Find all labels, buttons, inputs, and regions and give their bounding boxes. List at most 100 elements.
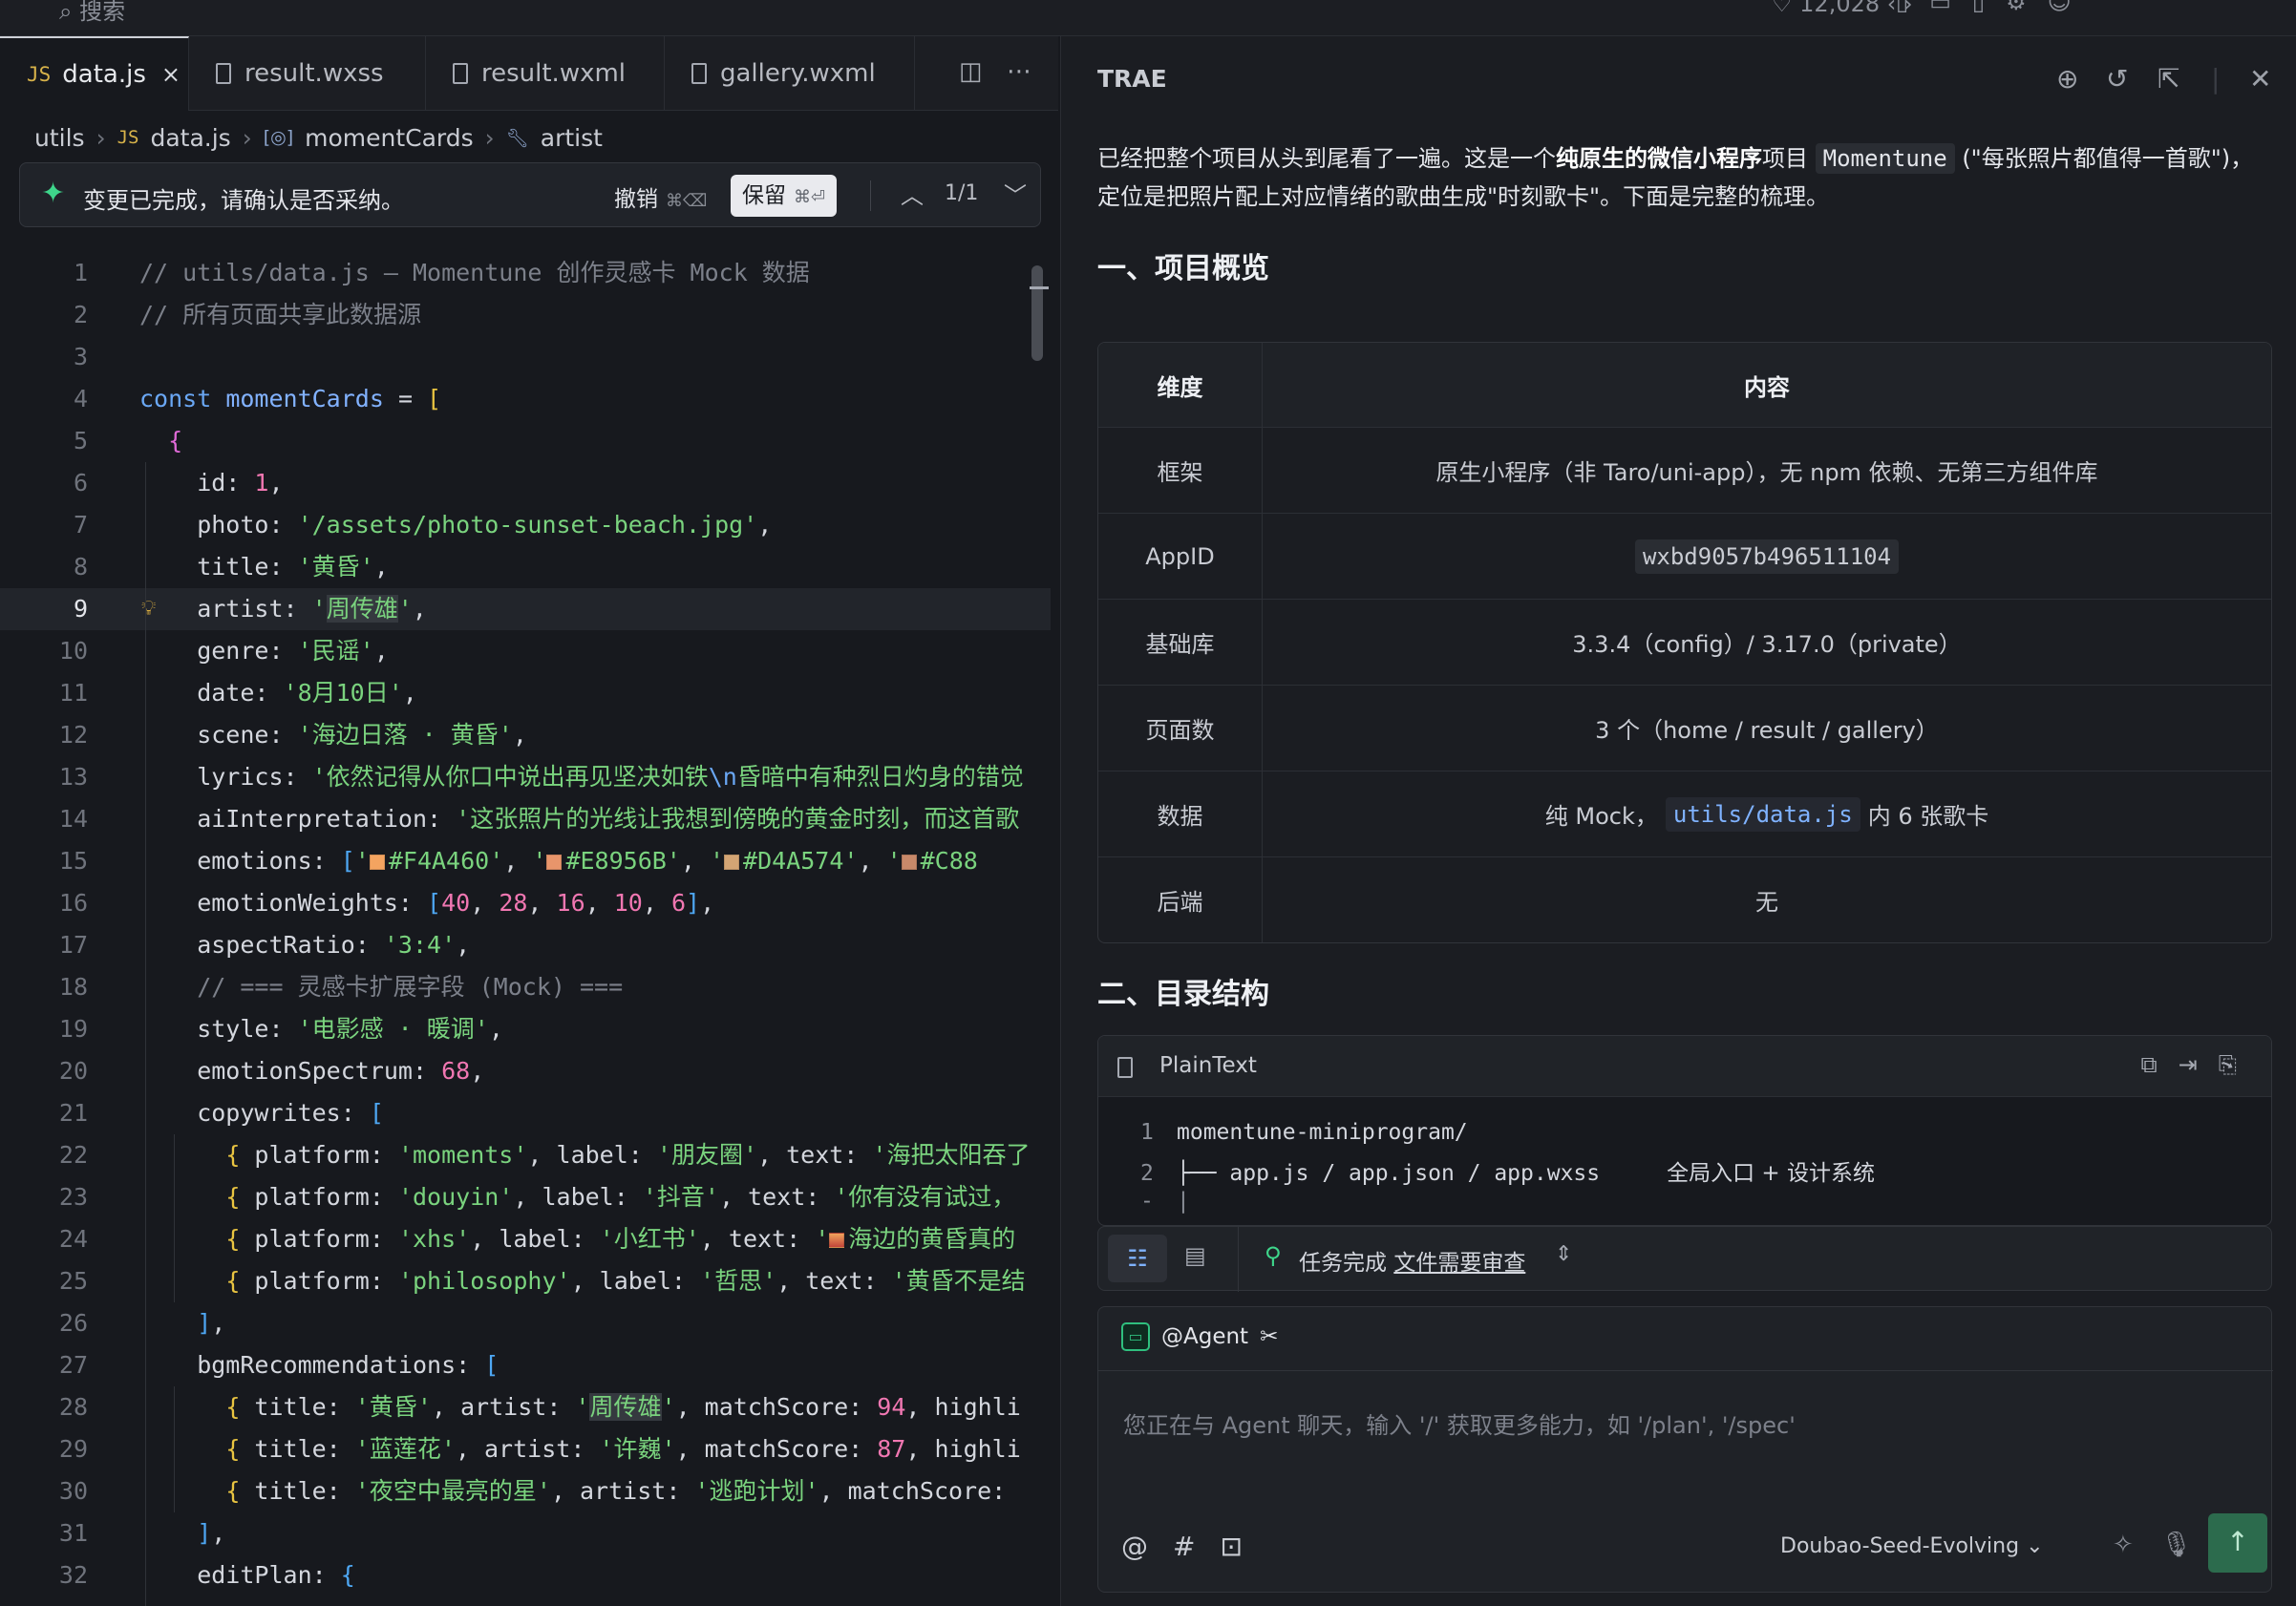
model-selector[interactable]: Doubao-Seed-Evolving ⌄ [1780, 1534, 2044, 1558]
code-line[interactable]: 17 aspectRatio: '3:4', [0, 924, 1051, 966]
line-number: 24 [58, 1225, 88, 1253]
tab-label: gallery.wxml [720, 59, 876, 88]
line-number: 3 [73, 343, 88, 370]
code-line[interactable]: 19 style: '电影感 · 暖调', [0, 1008, 1051, 1050]
code-line[interactable]: 30 { title: '夜空中最亮的星', artist: '逃跑计划', m… [0, 1470, 1051, 1512]
indent-guide [174, 1386, 175, 1512]
code-line[interactable]: 29 { title: '蓝莲花', artist: '许巍', matchSc… [0, 1428, 1051, 1470]
send-button[interactable]: ↑ [2208, 1513, 2267, 1573]
tab-data-js[interactable]: JS data.js × [0, 36, 189, 111]
table-cell-key: 基础库 [1098, 600, 1263, 685]
code-line[interactable]: 7 photo: '/assets/photo-sunset-beach.jpg… [0, 504, 1051, 546]
code-line[interactable]: 6 id: 1, [0, 462, 1051, 504]
history-icon[interactable]: ↺ [2106, 63, 2128, 95]
tab-label: result.wxml [481, 59, 627, 88]
microphone-icon[interactable]: 🎙︎ [2160, 1531, 2192, 1559]
chevron-down-icon[interactable]: ﹀ [1004, 177, 1027, 210]
code-line[interactable]: 2 // 所有页面共享此数据源 [0, 294, 1051, 336]
line-number: 6 [73, 469, 88, 497]
line-content: id: 1, [139, 469, 284, 497]
input-tools[interactable]: @#⊡ [1121, 1531, 1267, 1562]
code-area[interactable]: 1 // utils/data.js — Momentune 创作灵感卡 Mock… [0, 252, 1051, 1606]
code-line[interactable]: 32 editPlan: { [0, 1554, 1051, 1596]
code-line[interactable]: 26 ], [0, 1302, 1051, 1344]
tab-result-wxss[interactable]: result.wxss [189, 36, 426, 111]
task-status-bar: ☷ ▤ ⚲ 任务完成 文件需要审查 ⇕ [1097, 1226, 2272, 1292]
close-icon[interactable]: × [161, 61, 181, 88]
code-block-actions[interactable]: ⧉⇥⎘ [2141, 1051, 2258, 1078]
open-external-icon[interactable]: ⇱ [2158, 63, 2179, 95]
crumb-leaf[interactable]: artist [541, 124, 603, 152]
code-line[interactable]: 11 date: '8月10日', [0, 672, 1051, 714]
code-line[interactable]: 12 scene: '海边日落 · 黄昏', [0, 714, 1051, 756]
code-line[interactable]: 23 { platform: 'douyin', label: '抖音', te… [0, 1176, 1051, 1218]
chevron-up-icon[interactable]: ︿ [901, 177, 924, 210]
line-content: { platform: 'xhs', label: '小红书', text: '… [225, 1225, 1016, 1253]
line-number: 33 [0, 1596, 88, 1606]
more-icon[interactable]: ⋯ [1007, 57, 1031, 86]
code-block-header: PlainText ⧉⇥⎘ [1098, 1036, 2271, 1097]
table-row: 后端 无 [1098, 856, 2271, 942]
sparkle-icon[interactable]: ✧ [2113, 1531, 2134, 1559]
new-chat-icon[interactable]: ⊕ [2056, 63, 2078, 95]
code-line[interactable]: 20 emotionSpectrum: 68, [0, 1050, 1051, 1092]
window-icons[interactable]: ▯▭▯⚙☺ [1896, 0, 2093, 15]
tab-result-wxml[interactable]: result.wxml [426, 36, 665, 111]
code-line[interactable]: 27 bgmRecommendations: [ [0, 1344, 1051, 1386]
symbol-icon: [◎] [263, 127, 294, 148]
code-line[interactable]: 28 { title: '黄昏', artist: '周传雄', matchSc… [0, 1386, 1051, 1428]
crumb-file[interactable]: data.js [150, 124, 230, 152]
code-line[interactable]: 13 lyrics: '依然记得从你口中说出再见坚决如铁\n昏暗中有种烈日灼身的… [0, 756, 1051, 798]
crumb-folder[interactable]: utils [34, 124, 85, 152]
tab-gallery-wxml[interactable]: gallery.wxml [665, 36, 915, 111]
search-box[interactable]: ⌕ 搜索 [59, 0, 125, 26]
code-line[interactable]: 3 [0, 336, 1051, 378]
line-number: 17 [58, 931, 88, 959]
code-block-line: 1 momentune-miniprogram/ [1140, 1120, 1468, 1145]
line-text: ├── app.js / app.json / app.wxss [1177, 1161, 1601, 1186]
code-line[interactable]: 8 title: '黄昏', [0, 546, 1051, 588]
keep-label: 保留 [742, 183, 786, 208]
code-line[interactable]: 16 emotionWeights: [40, 28, 16, 10, 6], [0, 882, 1051, 924]
code-line[interactable]: 25 { platform: 'philosophy', label: '哲思'… [0, 1260, 1051, 1302]
code-line[interactable]: 33 duration: 12, [0, 1596, 1051, 1606]
code-line[interactable]: 9 artist: '周传雄', 💡︎ [0, 588, 1051, 630]
code-line[interactable]: 21 copywrites: [ [0, 1092, 1051, 1134]
code-line[interactable]: 15 emotions: [' #F4A460', ' #E8956B', ' #D4… [0, 840, 1051, 882]
split-editor-icon[interactable]: ◫ [959, 57, 983, 86]
code-line[interactable]: 5 { [0, 420, 1051, 462]
checklist-icon[interactable]: ☷ [1108, 1235, 1167, 1282]
crumb-symbol[interactable]: momentCards [305, 124, 474, 152]
line-content: duration: 12, [139, 1596, 413, 1606]
agent-selector[interactable]: ▭ @Agent ✂ [1121, 1322, 1278, 1351]
top-bar: ⌕ 搜索 ♡ 12,028 ‹ › ▯▭▯⚙☺ [0, 0, 2296, 36]
code-line[interactable]: 1 // utils/data.js — Momentune 创作灵感卡 Mock… [0, 252, 1051, 294]
change-pager: 1/1 [945, 181, 979, 205]
scrollbar[interactable] [1031, 265, 1043, 361]
review-files-link[interactable]: 文件需要审查 [1393, 1251, 1525, 1276]
tools-icon[interactable]: ✂ [1260, 1324, 1278, 1349]
chat-input[interactable]: 您正在与 Agent 聊天，输入 '/' 获取更多能力，如 '/plan', '… [1123, 1406, 1796, 1440]
expand-toggle-icon[interactable]: ⇕ [1555, 1242, 1572, 1266]
lightbulb-icon[interactable]: 💡︎ [141, 588, 156, 630]
close-icon[interactable]: ✕ [2249, 63, 2271, 95]
code-line[interactable]: 14 aiInterpretation: '这张照片的光线让我想到傍晚的黄金时刻… [0, 798, 1051, 840]
line-content: emotionSpectrum: 68, [139, 1057, 485, 1085]
code-line[interactable]: 31 ], [0, 1512, 1051, 1554]
code-line[interactable]: 4 const momentCards = [ [0, 378, 1051, 420]
code-line[interactable]: 24 { platform: 'xhs', label: '小红书', text… [0, 1218, 1051, 1260]
document-icon[interactable]: ▤ [1184, 1242, 1206, 1269]
file-link[interactable]: utils/data.js [1665, 796, 1860, 832]
color-swatch-icon [829, 1233, 845, 1248]
keep-button[interactable]: 保留 ⌘⏎ [731, 175, 838, 217]
github-count[interactable]: ♡ 12,028 ‹ › [1772, 0, 1913, 17]
table-cell-value: 无 [1755, 889, 1778, 916]
line-content: title: '黄昏', [139, 553, 389, 581]
line-number: 19 [58, 1015, 88, 1043]
code-line[interactable]: 18 // === 灵感卡扩展字段 (Mock) === [0, 966, 1051, 1008]
code-line[interactable]: 22 { platform: 'moments', label: '朋友圈', … [0, 1134, 1051, 1176]
section-heading-overview: 一、项目概览 [1097, 252, 1269, 285]
code-line[interactable]: 10 genre: '民谣', [0, 630, 1051, 672]
overview-table: 维度 内容 框架 原生小程序（非 Taro/uni-app），无 npm 依赖、… [1097, 342, 2272, 943]
undo-button[interactable]: 撤销 ⌘⌫ [614, 180, 707, 213]
